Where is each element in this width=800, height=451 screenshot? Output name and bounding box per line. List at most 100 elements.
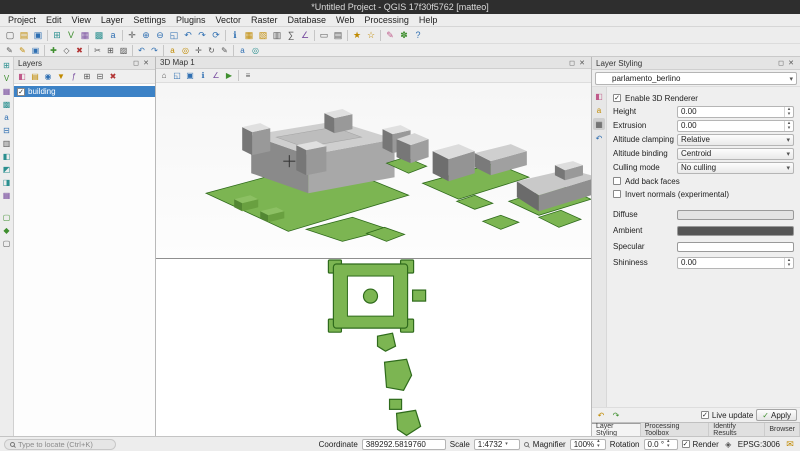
vertex-tool-icon[interactable]: ◇ xyxy=(60,44,73,56)
open-attribute-table-icon[interactable]: ▥ xyxy=(270,28,284,42)
close-icon[interactable]: ✕ xyxy=(786,58,796,68)
save-project-icon[interactable]: ▣ xyxy=(31,28,45,42)
add-wcs-icon[interactable]: ◨ xyxy=(1,176,13,188)
deselect-features-icon[interactable]: ▧ xyxy=(256,28,270,42)
render-toggle[interactable]: ✓ Render xyxy=(682,440,719,449)
add-wms-icon[interactable]: ◧ xyxy=(1,150,13,162)
height-spinbox[interactable]: 0.00 ▴▾ xyxy=(677,106,794,118)
open-data-source-icon[interactable]: ⊞ xyxy=(1,59,13,71)
select-features-icon[interactable]: ▦ xyxy=(242,28,256,42)
menu-settings[interactable]: Settings xyxy=(128,15,171,25)
zoom-full-icon[interactable]: ◱ xyxy=(167,28,181,42)
remove-layer-icon[interactable]: ✖ xyxy=(107,71,119,83)
filter-expression-icon[interactable]: ƒ xyxy=(68,71,80,83)
zoom-full-3d-icon[interactable]: ◱ xyxy=(171,69,183,81)
collapse-all-icon[interactable]: ⊟ xyxy=(94,71,106,83)
add-raster-layer-icon[interactable]: ▦ xyxy=(78,28,92,42)
save-image-icon[interactable]: ▣ xyxy=(184,69,196,81)
change-label-icon[interactable]: ✎ xyxy=(218,44,231,56)
altitude-clamping-select[interactable]: Relative ▾ xyxy=(677,134,794,146)
identify-3d-icon[interactable]: ℹ xyxy=(197,69,209,81)
map-canvas[interactable] xyxy=(156,259,591,436)
style-undo-icon[interactable]: ↶ xyxy=(595,409,607,421)
culling-mode-select[interactable]: No culling ▾ xyxy=(677,162,794,174)
tab-layer-styling[interactable]: Layer Styling xyxy=(592,423,641,436)
new-project-icon[interactable]: ▢ xyxy=(3,28,17,42)
extrusion-spinbox[interactable]: 0.00 ▴▾ xyxy=(677,120,794,132)
add-mesh-icon[interactable]: ▩ xyxy=(1,98,13,110)
redo-icon[interactable]: ↷ xyxy=(148,44,161,56)
add-group-icon[interactable]: ▤ xyxy=(29,71,41,83)
zoom-next-icon[interactable]: ↷ xyxy=(195,28,209,42)
new-print-layout-icon[interactable]: ▭ xyxy=(317,28,331,42)
tab-processing-toolbox[interactable]: Processing Toolbox xyxy=(641,423,710,436)
apply-button[interactable]: ✓ Apply xyxy=(756,409,797,421)
close-icon[interactable]: ✕ xyxy=(577,58,587,68)
paste-features-icon[interactable]: ▨ xyxy=(117,44,130,56)
menu-database[interactable]: Database xyxy=(283,15,332,25)
new-geopackage-icon[interactable]: ◆ xyxy=(1,224,13,236)
manage-map-themes-icon[interactable]: ◉ xyxy=(42,71,54,83)
menu-processing[interactable]: Processing xyxy=(359,15,414,25)
save-layer-edits-icon[interactable]: ▣ xyxy=(29,44,42,56)
add-delimited-text-layer-icon[interactable]: a xyxy=(106,28,120,42)
shininess-spinbox[interactable]: 0.00 ▴▾ xyxy=(677,257,794,269)
open-project-icon[interactable]: ▤ xyxy=(17,28,31,42)
measure-3d-icon[interactable]: ∠ xyxy=(210,69,222,81)
menu-vector[interactable]: Vector xyxy=(210,15,246,25)
map-refresh-icon[interactable]: ⟳ xyxy=(209,28,223,42)
pan-map-icon[interactable]: ✛ xyxy=(125,28,139,42)
filter-legend-icon[interactable]: ▼ xyxy=(55,71,67,83)
metasearch-icon[interactable]: ◎ xyxy=(249,44,262,56)
animation-icon[interactable]: ▶ xyxy=(223,69,235,81)
rotate-label-icon[interactable]: ↻ xyxy=(205,44,218,56)
copy-features-icon[interactable]: ⊞ xyxy=(104,44,117,56)
zoom-in-icon[interactable]: ⊕ xyxy=(139,28,153,42)
spinner-arrows-icon[interactable]: ▴▾ xyxy=(784,107,793,117)
menu-plugins[interactable]: Plugins xyxy=(171,15,211,25)
map3d-viewport[interactable] xyxy=(156,83,591,258)
undock-icon[interactable]: ◻ xyxy=(567,58,577,68)
magnifier-spinbox[interactable]: 100% ▴▾ xyxy=(570,439,606,450)
altitude-binding-select[interactable]: Centroid ▾ xyxy=(677,148,794,160)
add-wfs-icon[interactable]: ◩ xyxy=(1,163,13,175)
menu-help[interactable]: Help xyxy=(414,15,443,25)
cut-features-icon[interactable]: ✂ xyxy=(91,44,104,56)
menu-view[interactable]: View xyxy=(67,15,96,25)
add-vector-icon[interactable]: V xyxy=(1,72,13,84)
expand-all-icon[interactable]: ⊞ xyxy=(81,71,93,83)
render-checkbox[interactable]: ✓ xyxy=(682,440,690,448)
menu-web[interactable]: Web xyxy=(331,15,359,25)
tab-identify-results[interactable]: Identify Results xyxy=(709,423,765,436)
scale-combo[interactable]: 1:4732 ▾ xyxy=(474,439,520,450)
add-raster-icon[interactable]: ▦ xyxy=(1,85,13,97)
add-delimited-icon[interactable]: a xyxy=(1,111,13,123)
labels-tab-icon[interactable]: a xyxy=(593,104,605,116)
history-tab-icon[interactable]: ↶ xyxy=(593,132,605,144)
layer-selector[interactable]: parlamento_berlino ▾ xyxy=(595,72,797,85)
annotation-icon[interactable]: a xyxy=(236,44,249,56)
toggle-editing-icon[interactable]: ✎ xyxy=(16,44,29,56)
menu-edit[interactable]: Edit xyxy=(41,15,67,25)
add-vector-layer-icon[interactable]: V xyxy=(64,28,78,42)
help-contents-icon[interactable]: ? xyxy=(411,28,425,42)
current-edits-icon[interactable]: ✎ xyxy=(3,44,16,56)
spinner-arrows-icon[interactable]: ▴▾ xyxy=(784,121,793,131)
menu-raster[interactable]: Raster xyxy=(246,15,283,25)
style-redo-icon[interactable]: ↷ xyxy=(610,409,622,421)
camera-home-icon[interactable]: ⌂ xyxy=(158,69,170,81)
tab-browser[interactable]: Browser xyxy=(765,423,800,436)
undock-icon[interactable]: ◻ xyxy=(776,58,786,68)
measure-line-icon[interactable]: ∠ xyxy=(298,28,312,42)
menu-project[interactable]: Project xyxy=(3,15,41,25)
close-icon[interactable]: ✕ xyxy=(141,58,151,68)
field-calculator-icon[interactable]: ∑ xyxy=(284,28,298,42)
add-spatialite-icon[interactable]: ▥ xyxy=(1,137,13,149)
3d-view-tab-icon[interactable]: ▦ xyxy=(593,118,605,130)
options-3d-icon[interactable]: ≡ xyxy=(242,69,254,81)
menu-layer[interactable]: Layer xyxy=(96,15,129,25)
open-layer-styling-icon[interactable]: ◧ xyxy=(16,71,28,83)
coordinate-box[interactable]: 389292.5819760 xyxy=(362,439,446,450)
title-bar[interactable]: *Untitled Project - QGIS 17f30f5762 [mat… xyxy=(0,0,800,14)
processing-toolbox-icon[interactable]: ✽ xyxy=(397,28,411,42)
